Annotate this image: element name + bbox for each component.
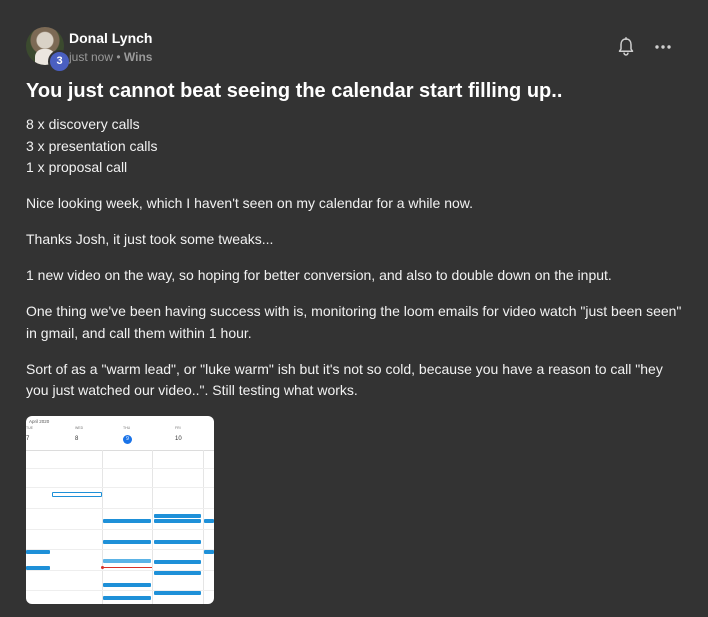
calendar-gridline	[203, 450, 204, 604]
calendar-event	[204, 550, 214, 554]
current-time-line	[102, 567, 152, 568]
calendar-event	[26, 566, 50, 570]
calendar-gridline	[26, 487, 214, 488]
calendar-gridline	[152, 450, 153, 604]
paragraph: One thing we've been having success with…	[26, 303, 682, 341]
calendar-event	[154, 519, 201, 523]
calendar-dow: THU	[123, 426, 131, 430]
post-card: 3 Donal Lynch just now • Wins You just c…	[0, 0, 708, 617]
more-options-icon[interactable]	[653, 37, 673, 57]
paragraph: Thanks Josh, it just took some tweaks...	[26, 231, 274, 247]
calendar-gridline	[102, 450, 103, 604]
calendar-today: 9	[123, 435, 132, 444]
post-category[interactable]: Wins	[124, 50, 153, 64]
calendar-event	[103, 559, 151, 563]
list-line: 1 x proposal call	[26, 159, 128, 175]
calendar-event	[103, 583, 151, 587]
calendar-event	[103, 519, 151, 523]
calendar-event	[154, 560, 201, 564]
calendar-gridline	[26, 508, 214, 509]
calendar-event	[154, 514, 201, 518]
calendar-event	[52, 492, 102, 497]
calendar-event	[154, 591, 201, 595]
meta-separator: •	[113, 50, 124, 64]
author-name[interactable]: Donal Lynch	[69, 30, 153, 46]
list-line: 8 x discovery calls	[26, 116, 140, 132]
calendar-month: April 2020	[29, 419, 50, 424]
calendar-event	[103, 596, 151, 600]
calendar-event	[154, 540, 201, 544]
calendar-event	[103, 540, 151, 544]
calendar-date: 10	[175, 436, 182, 442]
paragraph: 1 new video on the way, so hoping for be…	[26, 267, 612, 283]
paragraph: Nice looking week, which I haven't seen …	[26, 195, 474, 211]
calendar-gridline	[26, 549, 214, 550]
calendar-dow: FRI	[175, 426, 181, 430]
post-body: 8 x discovery calls 3 x presentation cal…	[26, 114, 686, 416]
calendar-gridline	[26, 468, 214, 469]
attachment-image-calendar[interactable]: April 2020 TUE WED THU FRI 7 8 9 10	[26, 416, 214, 604]
calendar-date: 8	[75, 436, 79, 442]
calendar-dow: WED	[75, 426, 84, 430]
calendar-event	[154, 571, 201, 575]
calendar-dow: TUE	[26, 426, 33, 430]
calendar-event	[204, 519, 214, 523]
post-time: just now	[69, 50, 114, 64]
post-title: You just cannot beat seeing the calendar…	[26, 80, 563, 102]
calendar-date: 7	[26, 436, 30, 442]
call-summary: 8 x discovery calls 3 x presentation cal…	[26, 114, 686, 179]
calendar-gridline	[26, 529, 214, 530]
post-meta: just now • Wins	[69, 50, 152, 64]
list-line: 3 x presentation calls	[26, 137, 158, 154]
paragraph: Sort of as a "warm lead", or "luke warm"…	[26, 360, 663, 399]
calendar-event	[26, 550, 50, 554]
level-badge: 3	[48, 50, 71, 73]
calendar-header: April 2020 TUE WED THU FRI 7 8 9 10	[26, 416, 214, 451]
post-header: 3 Donal Lynch just now • Wins	[26, 27, 686, 73]
bell-icon[interactable]	[617, 37, 635, 57]
